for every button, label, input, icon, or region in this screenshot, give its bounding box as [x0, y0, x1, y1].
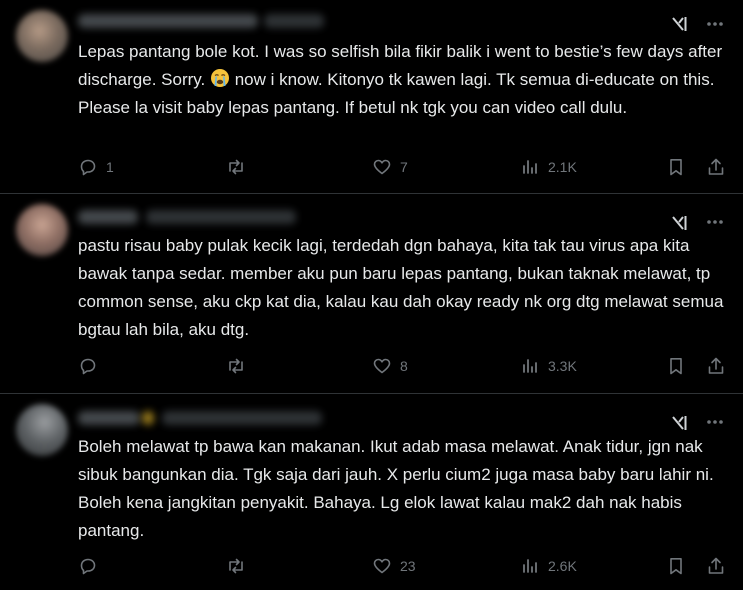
- grok-icon[interactable]: [670, 213, 690, 233]
- reply-button[interactable]: [78, 554, 106, 578]
- bookmark-button[interactable]: [666, 554, 686, 578]
- share-icon: [708, 557, 724, 574]
- share-icon: [708, 158, 724, 175]
- views-count: 2.6K: [548, 558, 577, 574]
- views-chart-icon: [523, 359, 537, 373]
- author-name-blurred: [78, 14, 258, 28]
- post-text-part-1: pastu risau baby pulak kecik lagi, terde…: [78, 236, 724, 339]
- share-button[interactable]: [706, 155, 726, 179]
- author-handle-blurred: [162, 411, 322, 425]
- bookmark-button[interactable]: [666, 354, 686, 378]
- views-button[interactable]: 2.6K: [520, 554, 577, 578]
- post-2[interactable]: pastu risau baby pulak kecik lagi, terde…: [0, 194, 743, 394]
- reply-count: 1: [106, 159, 114, 175]
- share-button[interactable]: [706, 554, 726, 578]
- bookmark-icon: [670, 558, 682, 575]
- repost-icon: [229, 159, 243, 175]
- heart-icon: [373, 159, 391, 175]
- like-count: 23: [400, 558, 416, 574]
- reply-icon: [80, 358, 96, 375]
- post-text-part-1: Boleh melawat tp bawa kan makanan. Ikut …: [78, 437, 714, 540]
- post-text: Lepas pantang bole kot. I was so selfish…: [78, 38, 726, 122]
- timestamp-blurred: [264, 14, 324, 28]
- like-count: 7: [400, 159, 408, 175]
- views-count: 2.1K: [548, 159, 577, 175]
- bookmark-button[interactable]: [666, 155, 686, 179]
- views-chart-icon: [523, 160, 537, 174]
- post-1[interactable]: Lepas pantang bole kot. I was so selfish…: [0, 0, 743, 194]
- views-chart-icon: [523, 559, 537, 573]
- like-button[interactable]: 8: [372, 354, 408, 378]
- repost-icon: [229, 358, 243, 374]
- reply-icon: [80, 558, 96, 575]
- action-bar: 23 2.6K: [0, 554, 743, 578]
- reply-button[interactable]: [78, 354, 106, 378]
- repost-icon: [229, 558, 243, 574]
- like-count: 8: [400, 358, 408, 374]
- avatar[interactable]: [16, 10, 68, 62]
- more-options-icon[interactable]: [704, 411, 726, 433]
- avatar[interactable]: [16, 404, 68, 456]
- post-text: Boleh melawat tp bawa kan makanan. Ikut …: [78, 433, 726, 545]
- heart-icon: [373, 558, 391, 574]
- repost-button[interactable]: [226, 354, 254, 378]
- views-button[interactable]: 3.3K: [520, 354, 577, 378]
- repost-button[interactable]: [226, 554, 254, 578]
- loudly-crying-face-icon: [210, 69, 229, 87]
- reply-button[interactable]: 1: [78, 155, 114, 179]
- author-name-blurred: [78, 210, 138, 224]
- like-button[interactable]: 7: [372, 155, 408, 179]
- post-3[interactable]: Boleh melawat tp bawa kan makanan. Ikut …: [0, 394, 743, 590]
- share-button[interactable]: [706, 354, 726, 378]
- more-options-icon[interactable]: [704, 13, 726, 35]
- author-handle-blurred: [146, 210, 296, 224]
- avatar[interactable]: [16, 204, 68, 256]
- repost-button[interactable]: [226, 155, 254, 179]
- author-name-blurred: [78, 411, 140, 425]
- action-bar: 1 7 2.1K: [0, 155, 743, 179]
- bookmark-icon: [670, 358, 682, 375]
- verified-badge-blurred: [142, 411, 154, 425]
- action-bar: 8 3.3K: [0, 354, 743, 378]
- heart-icon: [373, 358, 391, 374]
- post-text: pastu risau baby pulak kecik lagi, terde…: [78, 232, 726, 344]
- reply-feed: Lepas pantang bole kot. I was so selfish…: [0, 0, 743, 590]
- views-button[interactable]: 2.1K: [520, 155, 577, 179]
- like-button[interactable]: 23: [372, 554, 416, 578]
- grok-icon[interactable]: [670, 413, 690, 433]
- grok-icon[interactable]: [670, 14, 690, 34]
- views-count: 3.3K: [548, 358, 577, 374]
- share-icon: [708, 357, 724, 374]
- reply-icon: [80, 159, 96, 176]
- bookmark-icon: [670, 159, 682, 176]
- more-options-icon[interactable]: [704, 211, 726, 233]
